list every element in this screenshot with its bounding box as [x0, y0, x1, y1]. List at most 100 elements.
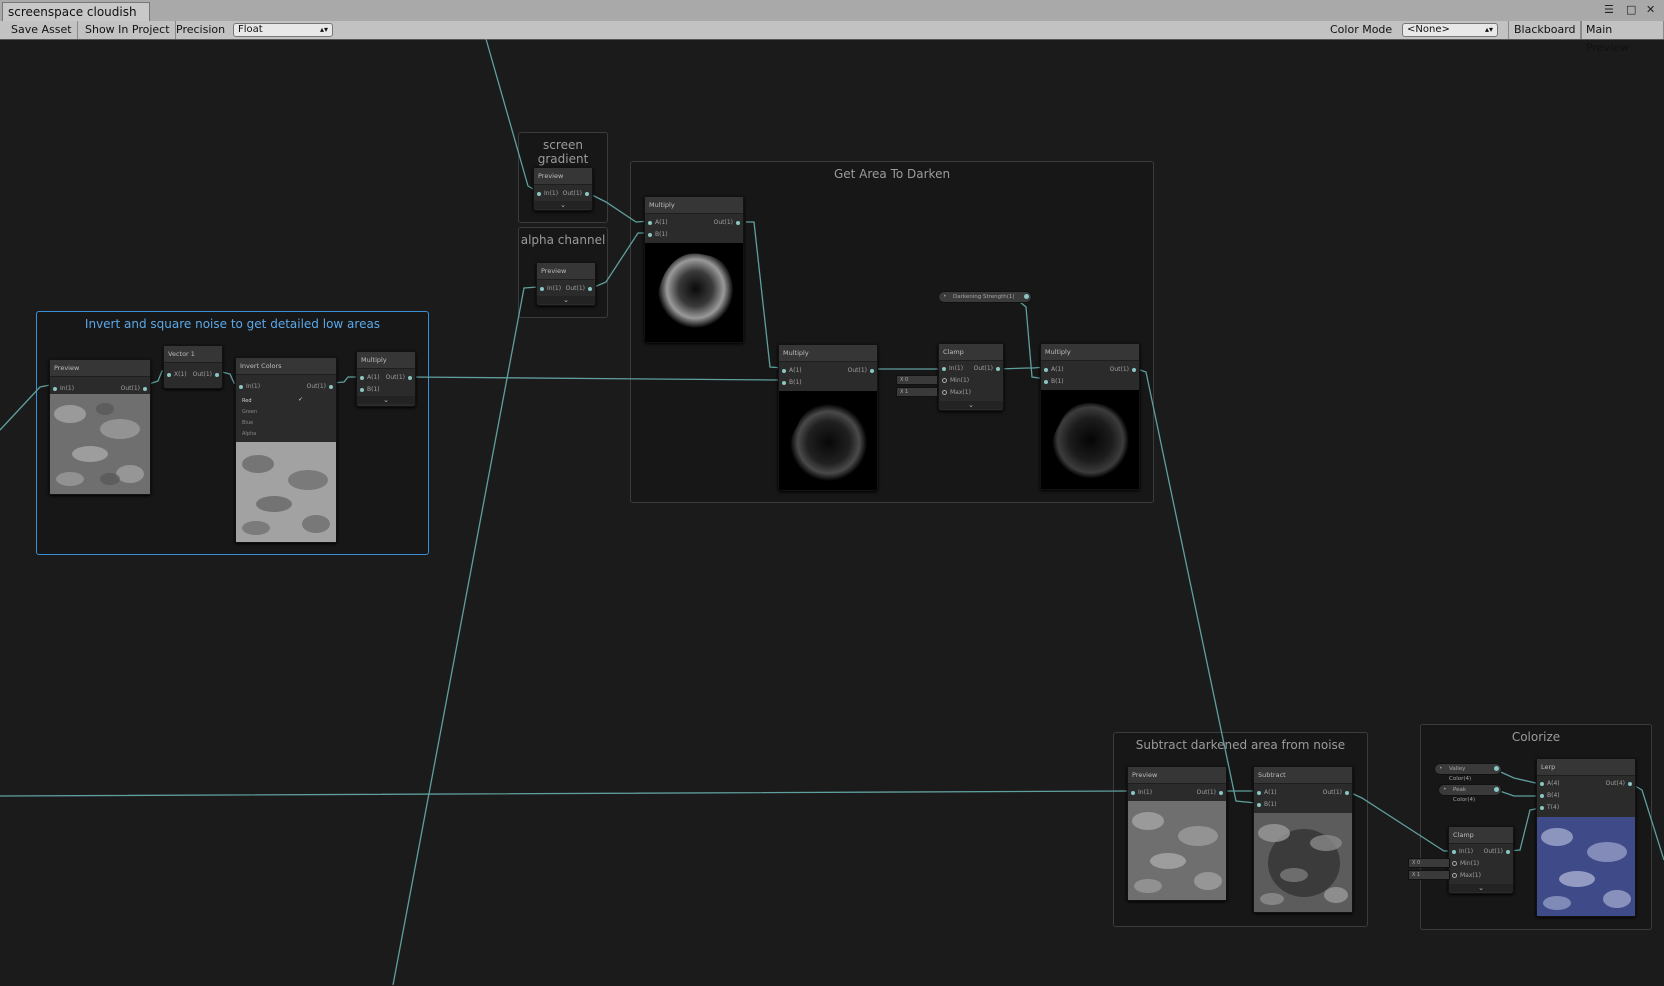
max-port[interactable]: Max(1): [939, 388, 971, 398]
port-dot-icon: [1132, 367, 1136, 372]
port-dot-icon: [408, 375, 412, 380]
colorized-preview-image: [1537, 817, 1635, 916]
wire: [591, 232, 650, 289]
input-port-a[interactable]: A(1): [1041, 365, 1064, 375]
input-port-a[interactable]: A(1): [1254, 788, 1277, 798]
screen-gradient-preview-node[interactable]: Preview In(1) Out(1) ⌄: [533, 167, 593, 211]
wire: [0, 790, 1137, 797]
node-ports: X(1) Out(1): [164, 363, 222, 387]
output-port[interactable]: Out(1): [193, 370, 222, 380]
input-port-b[interactable]: B(1): [645, 230, 668, 240]
input-port-a[interactable]: A(1): [357, 373, 380, 383]
node-title: Clamp: [939, 344, 1003, 361]
property-icon: •: [1439, 765, 1443, 772]
input-port[interactable]: X(1): [164, 370, 187, 380]
port-dot-icon: [329, 384, 333, 389]
output-port[interactable]: Out(1): [1484, 847, 1513, 857]
wire: [0, 384, 51, 431]
input-port-b[interactable]: B(1): [1254, 800, 1277, 810]
output-port[interactable]: Out(1): [1110, 365, 1139, 375]
output-port[interactable]: Out(1): [121, 384, 150, 394]
port-dot-icon: [1024, 294, 1029, 299]
chevron-down-icon[interactable]: ⌄: [939, 401, 1003, 409]
input-port-a[interactable]: A(1): [779, 366, 802, 376]
chevron-down-icon[interactable]: ⌄: [357, 396, 415, 404]
node-title: Multiply: [645, 197, 743, 214]
min-value-field[interactable]: X 0: [896, 375, 938, 385]
multiply-node[interactable]: Multiply A(1) B(1) Out(1): [644, 196, 744, 343]
output-port[interactable]: Out(1): [386, 373, 415, 383]
noise-preview-image: [1128, 801, 1226, 900]
chevron-down-icon[interactable]: ⌄: [537, 296, 595, 304]
input-port[interactable]: In(1): [236, 382, 260, 392]
chevron-down-icon[interactable]: ⌄: [1449, 884, 1513, 892]
node-title: Preview: [50, 360, 150, 377]
preview-node[interactable]: Preview In(1) Out(1): [49, 359, 151, 495]
output-port[interactable]: Out(1): [1197, 788, 1226, 798]
input-port-t[interactable]: T(4): [1537, 803, 1559, 813]
output-port[interactable]: Out(1): [974, 364, 1003, 374]
node-title: Vector 1: [164, 346, 222, 363]
valley-color-property[interactable]: • Valley Color(4): [1434, 763, 1502, 782]
subtract-node[interactable]: Subtract A(1) B(1) Out(1): [1253, 766, 1353, 913]
input-port-a[interactable]: A(4): [1537, 779, 1560, 789]
min-port[interactable]: Min(1): [1449, 859, 1479, 869]
wire: [587, 192, 651, 223]
input-port-a[interactable]: A(1): [645, 218, 668, 228]
min-port[interactable]: Min(1): [939, 376, 969, 386]
chevron-down-icon[interactable]: ⌄: [534, 201, 592, 209]
clamp-node[interactable]: Clamp In(1) Min(1) Max(1) Out(1) ⌄: [1448, 826, 1514, 894]
output-port[interactable]: Out(4): [1606, 779, 1635, 789]
port-dot-icon: [360, 375, 364, 380]
port-dot-icon: [1494, 766, 1499, 771]
max-value-field[interactable]: X 1: [1408, 870, 1450, 880]
vector1-node[interactable]: Vector 1 X(1) Out(1): [163, 345, 223, 389]
peak-color-property[interactable]: • Peak Color(4): [1438, 784, 1502, 803]
port-dot-icon: [1540, 805, 1544, 810]
node-title: Preview: [534, 168, 592, 185]
max-port[interactable]: Max(1): [1449, 871, 1481, 881]
mask-preview-image: [645, 243, 743, 342]
multiply-node[interactable]: Multiply A(1) B(1) Out(1): [778, 344, 878, 491]
input-port[interactable]: In(1): [1128, 788, 1152, 798]
node-ports: In(1) Out(1): [236, 375, 336, 399]
input-port-b[interactable]: B(1): [1041, 377, 1064, 387]
input-port[interactable]: In(1): [534, 189, 558, 199]
alpha-channel-preview-node[interactable]: Preview In(1) Out(1) ⌄: [536, 262, 596, 306]
port-dot-icon: [1452, 861, 1457, 866]
output-port[interactable]: Out(1): [307, 382, 336, 392]
input-port-b[interactable]: B(1): [779, 378, 802, 388]
port-dot-icon: [648, 220, 652, 225]
property-icon: •: [943, 293, 947, 300]
input-port-b[interactable]: B(4): [1537, 791, 1560, 801]
output-port[interactable]: Out(1): [566, 284, 595, 294]
port-dot-icon: [1131, 790, 1135, 795]
port-dot-icon: [360, 387, 364, 392]
input-port-b[interactable]: B(1): [357, 385, 380, 395]
lerp-node[interactable]: Lerp A(4) B(4) T(4) Out(4): [1536, 758, 1636, 917]
port-dot-icon: [1540, 793, 1544, 798]
min-value-field[interactable]: X 0: [1408, 858, 1450, 868]
preview-node[interactable]: Preview In(1) Out(1): [1127, 766, 1227, 901]
output-port[interactable]: Out(1): [1323, 788, 1352, 798]
max-value-field[interactable]: X 1: [896, 387, 938, 397]
input-port[interactable]: In(1): [50, 384, 74, 394]
invert-colors-node[interactable]: Invert Colors In(1) Out(1) Red ✓ Green B…: [235, 357, 337, 543]
input-port[interactable]: In(1): [1449, 847, 1473, 857]
input-port[interactable]: In(1): [939, 364, 963, 374]
port-dot-icon: [942, 390, 947, 395]
node-title: Multiply: [1041, 344, 1139, 361]
port-dot-icon: [1044, 367, 1048, 372]
channel-alpha-label: Alpha: [242, 431, 257, 437]
checkmark-icon[interactable]: ✓: [298, 396, 303, 403]
output-port[interactable]: Out(1): [563, 189, 592, 199]
wire: [1346, 790, 1454, 852]
darkening-strength-property[interactable]: • Darkening Strength(1): [938, 291, 1032, 303]
output-port[interactable]: Out(1): [714, 218, 743, 228]
output-port[interactable]: Out(1): [848, 366, 877, 376]
node-title: Multiply: [357, 352, 415, 369]
multiply-node[interactable]: Multiply A(1) B(1) Out(1): [1040, 343, 1140, 490]
clamp-node[interactable]: Clamp In(1) Min(1) Max(1) Out(1) ⌄: [938, 343, 1004, 411]
multiply-node[interactable]: Multiply A(1) B(1) Out(1) ⌄: [356, 351, 416, 407]
input-port[interactable]: In(1): [537, 284, 561, 294]
